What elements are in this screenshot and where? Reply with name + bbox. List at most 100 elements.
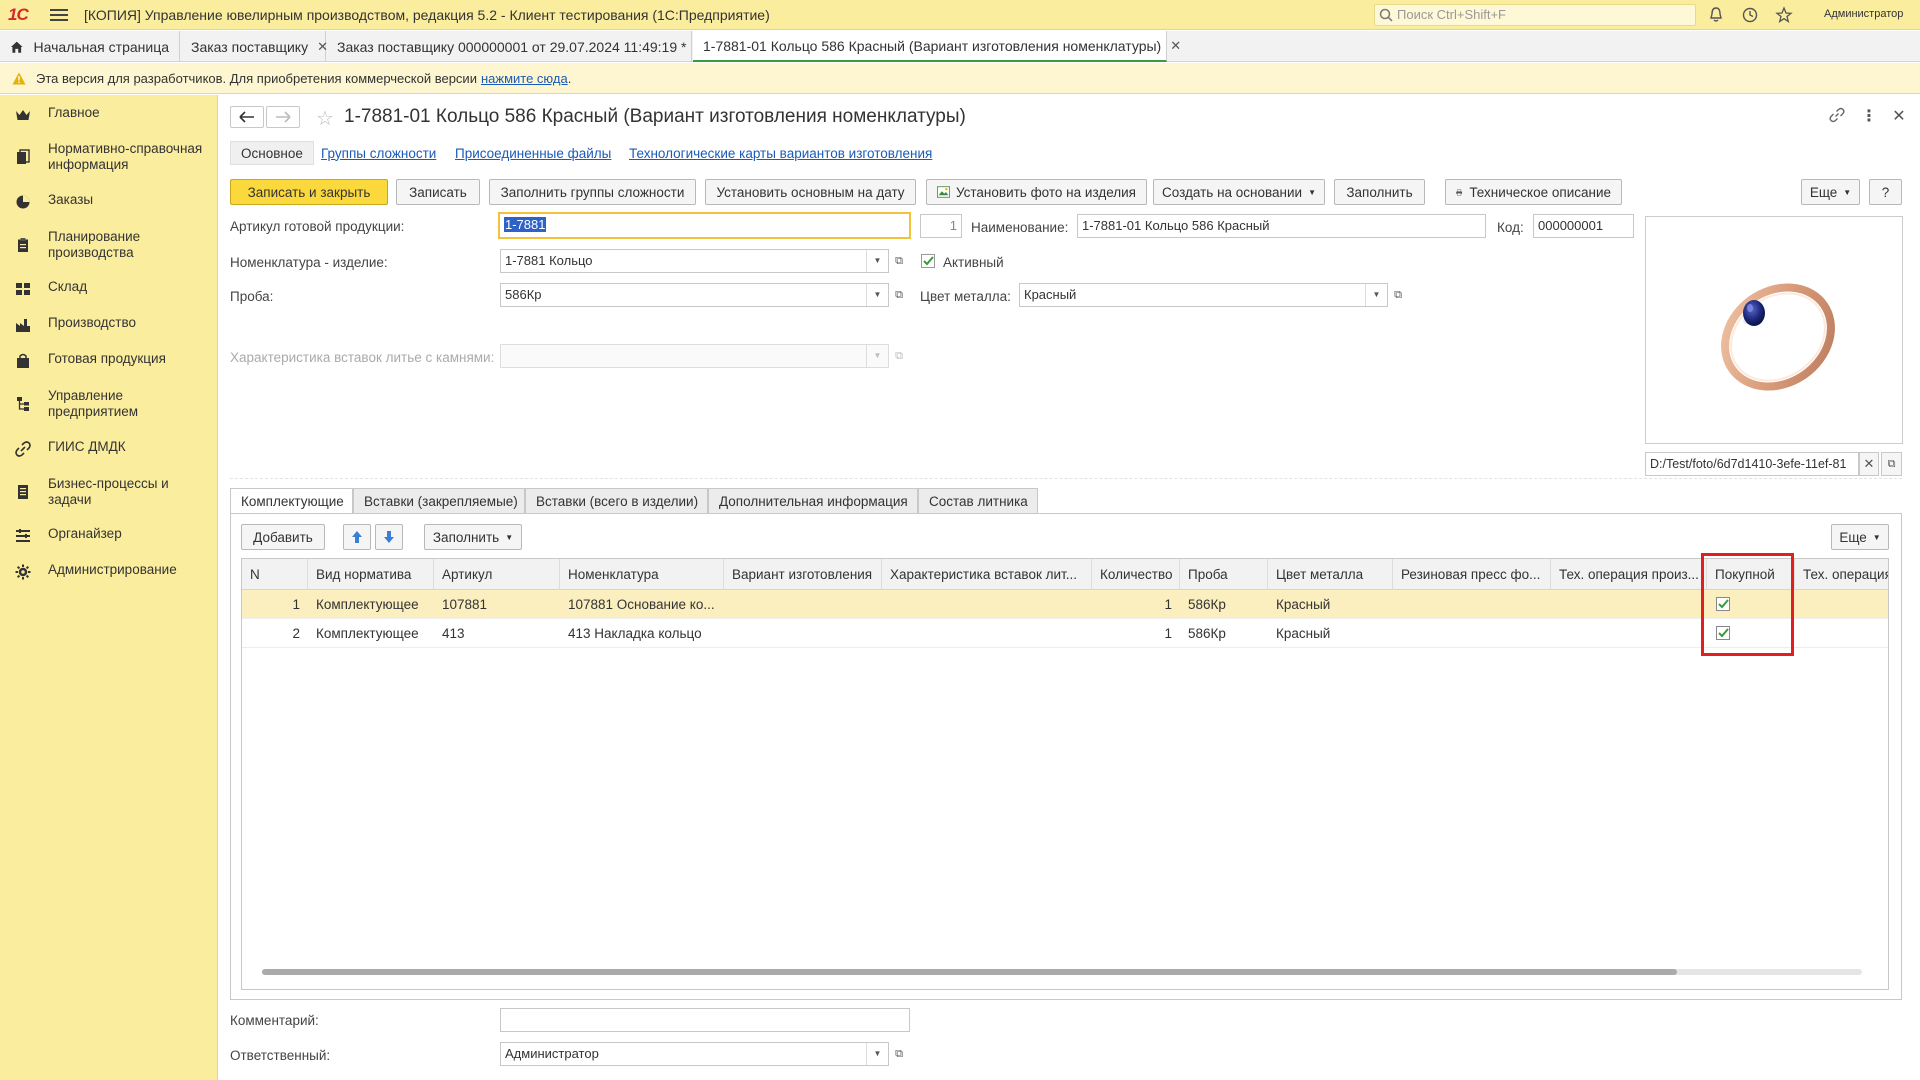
fill-button[interactable]: Заполнить	[1334, 179, 1425, 205]
sidebar-item-orders[interactable]: Заказы	[0, 192, 218, 212]
subtab-techcards[interactable]: Технологические карты вариантов изготовл…	[629, 141, 932, 165]
components-table[interactable]: N Вид норматива Артикул Номенклатура Вар…	[241, 558, 1889, 990]
column-header[interactable]: Тех. операция произ...	[1551, 559, 1707, 590]
gear-icon	[15, 564, 31, 580]
name-label: Наименование:	[971, 220, 1069, 235]
article-input[interactable]: 1-7881	[498, 212, 911, 239]
sidebar-item-giis[interactable]: ГИИС ДМДК	[0, 439, 218, 459]
code-input[interactable]: 000000001	[1533, 214, 1634, 238]
forward-button[interactable]	[266, 106, 300, 128]
tab-supplier-order-doc[interactable]: Заказ поставщику 000000001 от 29.07.2024…	[327, 31, 706, 62]
buy-link[interactable]: нажмите сюда	[481, 71, 568, 86]
link-icon[interactable]	[1828, 106, 1846, 124]
save-and-close-button[interactable]: Записать и закрыть	[230, 179, 388, 205]
sidebar-item-production[interactable]: Производство	[0, 315, 218, 335]
save-button[interactable]: Записать	[396, 179, 480, 205]
column-header[interactable]: Проба	[1180, 559, 1268, 590]
open-icon[interactable]: ⧉	[889, 1042, 909, 1066]
more-vertical-icon[interactable]: ⋮	[1860, 106, 1878, 125]
name-input[interactable]: 1-7881-01 Кольцо 586 Красный	[1077, 214, 1486, 238]
global-search-input[interactable]: Поиск Ctrl+Shift+F	[1374, 4, 1696, 26]
tab-variant-form[interactable]: 1-7881-01 Кольцо 586 Красный (Вариант из…	[693, 31, 1181, 62]
sequence-number-input[interactable]: 1	[920, 214, 962, 238]
column-header[interactable]: Количество	[1092, 559, 1180, 590]
sidebar-item-reference[interactable]: Нормативно-справочная информация	[0, 141, 218, 175]
back-button[interactable]	[230, 106, 264, 128]
assay-input[interactable]: 586Кр ▼	[500, 283, 889, 307]
set-main-button[interactable]: Установить основным на дату	[705, 179, 916, 205]
tab-sprue[interactable]: Состав литника	[918, 488, 1038, 514]
column-header[interactable]: Тех. операция	[1795, 559, 1888, 590]
tasks-icon	[18, 485, 28, 499]
tab-additional-info[interactable]: Дополнительная информация	[708, 488, 918, 514]
close-icon[interactable]: ✕	[1170, 38, 1181, 54]
help-button[interactable]: ?	[1869, 179, 1902, 205]
more-button[interactable]: Еще ▼	[1801, 179, 1860, 205]
tab-inserts-fixed[interactable]: Вставки (закрепляемые)	[353, 488, 525, 514]
sidebar-item-bp-tasks[interactable]: Бизнес-процессы и задачи	[0, 476, 218, 510]
app-logo[interactable]: 1С	[8, 5, 29, 25]
close-form-icon[interactable]: ✕	[1890, 106, 1908, 125]
open-icon[interactable]: ⧉	[1881, 452, 1902, 476]
sidebar-item-enterprise[interactable]: Управление предприятием	[0, 388, 218, 422]
scrollbar-thumb[interactable]	[262, 969, 1677, 975]
bell-icon[interactable]	[1707, 6, 1725, 24]
open-icon[interactable]: ⧉	[1388, 283, 1408, 307]
table-row[interactable]: 2 Комплектующее 413 413 Накладка кольцо …	[242, 619, 1888, 648]
column-header[interactable]: Вид норматива	[308, 559, 434, 590]
column-header[interactable]: Характеристика вставок лит...	[882, 559, 1092, 590]
set-photo-button[interactable]: Установить фото на изделия	[926, 179, 1147, 205]
dropdown-arrow-icon[interactable]: ▼	[866, 1043, 888, 1065]
tab-supplier-order[interactable]: Заказ поставщику ✕	[181, 31, 328, 62]
fill-groups-button[interactable]: Заполнить группы сложности	[489, 179, 696, 205]
add-row-button[interactable]: Добавить	[241, 524, 325, 550]
column-header[interactable]: Резиновая пресс фо...	[1393, 559, 1551, 590]
sidebar-item-planning[interactable]: Планирование производства	[0, 229, 218, 263]
product-photo[interactable]	[1645, 216, 1903, 444]
tab-inserts-total[interactable]: Вставки (всего в изделии)	[525, 488, 708, 514]
dropdown-arrow-icon[interactable]: ▼	[866, 250, 888, 272]
subtab-files[interactable]: Присоединенные файлы	[455, 141, 611, 165]
dropdown-arrow-icon[interactable]: ▼	[1365, 284, 1387, 306]
move-down-button[interactable]	[375, 524, 403, 550]
horizontal-scrollbar[interactable]	[262, 969, 1862, 975]
tab-home[interactable]: Начальная страница	[0, 31, 180, 62]
photo-path-input[interactable]: D:/Test/foto/6d7d1410-3efe-11ef-81	[1645, 452, 1859, 476]
current-user[interactable]: Администратор	[1824, 8, 1903, 20]
column-header[interactable]: Вариант изготовления	[724, 559, 882, 590]
column-header[interactable]: Номенклатура	[560, 559, 724, 590]
main-menu-icon[interactable]	[50, 6, 68, 24]
nomenclature-input[interactable]: 1-7881 Кольцо ▼	[500, 249, 889, 273]
tech-description-button[interactable]: Техническое описание	[1445, 179, 1622, 205]
fill-rows-button[interactable]: Заполнить ▼	[424, 524, 522, 550]
move-up-button[interactable]	[343, 524, 371, 550]
grid-more-button[interactable]: Еще ▼	[1831, 524, 1889, 550]
dropdown-arrow-icon[interactable]: ▼	[866, 284, 888, 306]
sidebar-item-organizer[interactable]: Органайзер	[0, 526, 218, 546]
create-based-button[interactable]: Создать на основании ▼	[1153, 179, 1325, 205]
column-header[interactable]: Артикул	[434, 559, 560, 590]
bag-icon	[17, 353, 29, 368]
history-icon[interactable]	[1741, 6, 1759, 24]
subtab-main[interactable]: Основное	[230, 141, 314, 165]
table-row[interactable]: 1 Комплектующее 107881 107881 Основание …	[242, 590, 1888, 619]
arrow-up-icon	[352, 531, 362, 543]
favorites-star-icon[interactable]	[1775, 6, 1793, 24]
comment-input[interactable]	[500, 1008, 910, 1032]
clear-icon[interactable]: ✕	[1859, 452, 1879, 476]
metal-color-input[interactable]: Красный ▼	[1019, 283, 1388, 307]
sidebar-item-admin[interactable]: Администрирование	[0, 562, 218, 582]
favorite-star-icon[interactable]: ☆	[316, 106, 334, 131]
open-icon[interactable]: ⧉	[889, 283, 909, 307]
open-icon[interactable]: ⧉	[889, 249, 909, 273]
column-header[interactable]: N	[242, 559, 308, 590]
responsible-input[interactable]: Администратор ▼	[500, 1042, 889, 1066]
sidebar-item-main[interactable]: Главное	[0, 105, 218, 125]
tab-components[interactable]: Комплектующие	[230, 488, 353, 514]
column-header[interactable]: Цвет металла	[1268, 559, 1393, 590]
sidebar-item-warehouse[interactable]: Склад	[0, 279, 218, 299]
active-checkbox[interactable]	[921, 254, 935, 268]
sidebar-item-finished-goods[interactable]: Готовая продукция	[0, 351, 218, 371]
dropdown-arrow-icon: ▼	[1872, 532, 1881, 542]
subtab-complexity[interactable]: Группы сложности	[321, 141, 436, 165]
